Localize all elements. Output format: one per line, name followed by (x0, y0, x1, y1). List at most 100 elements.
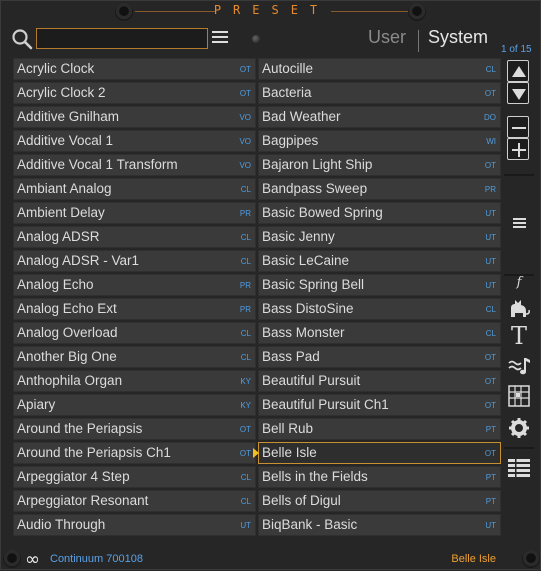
preset-row[interactable]: Additive Vocal 1 Transform VO (13, 154, 256, 176)
preset-category: OT (239, 425, 251, 434)
preset-row[interactable]: Autocille CL (258, 58, 501, 80)
preset-name: Ambiant Analog (17, 181, 112, 196)
preset-row[interactable]: Bacteria OT (258, 82, 501, 104)
screw-icon (408, 3, 426, 21)
preset-name: Another Big One (17, 349, 117, 364)
gear-icon[interactable] (507, 416, 531, 440)
preset-name: Ambient Delay (17, 205, 105, 220)
preset-category: PT (485, 425, 496, 434)
preset-row[interactable]: Apiary KY (13, 394, 256, 416)
preset-name: Belle Isle (262, 445, 317, 460)
preset-row[interactable]: Bell Rub PT (258, 418, 501, 440)
title-bar: PRESET (1, 1, 541, 23)
preset-category: UT (485, 281, 496, 290)
page-down-button[interactable] (507, 82, 529, 104)
preset-row[interactable]: Analog ADSR CL (13, 226, 256, 248)
preset-category: OT (239, 449, 251, 458)
preset-category: CL (240, 185, 251, 194)
screw-icon (3, 550, 21, 568)
preset-row[interactable]: Bajaron Light Ship OT (258, 154, 501, 176)
search-menu-icon[interactable] (212, 31, 228, 45)
preset-row[interactable]: BiqBank - Basic UT (258, 514, 501, 536)
preset-row[interactable]: Ambiant Analog CL (13, 178, 256, 200)
preset-row[interactable]: Acrylic Clock OT (13, 58, 256, 80)
preset-row[interactable]: Basic Bowed Spring UT (258, 202, 501, 224)
preset-row[interactable]: Basic Jenny UT (258, 226, 501, 248)
list-menu-icon[interactable] (507, 212, 531, 236)
preset-row[interactable]: Anthophila Organ KY (13, 370, 256, 392)
preset-row[interactable]: Analog Overload CL (13, 322, 256, 344)
preset-row[interactable]: Additive Vocal 1 VO (13, 130, 256, 152)
search-icon[interactable] (11, 28, 33, 50)
preset-row[interactable]: Basic LeCaine UT (258, 250, 501, 272)
preset-category: WI (486, 137, 496, 146)
text-icon[interactable]: T (507, 324, 531, 348)
preset-category: OT (239, 65, 251, 74)
search-input[interactable] (36, 28, 208, 49)
preset-row[interactable]: Bad Weather DO (258, 106, 501, 128)
preset-name: Bells in the Fields (262, 469, 368, 484)
preset-row[interactable]: Beautiful Pursuit Ch1 OT (258, 394, 501, 416)
preset-row[interactable]: Another Big One CL (13, 346, 256, 368)
tab-user[interactable]: User (368, 27, 406, 48)
preset-name: Bass DistoSine (262, 301, 354, 316)
preset-category: VO (239, 137, 251, 146)
tab-divider (418, 30, 419, 52)
preset-row[interactable]: Bass Pad OT (258, 346, 501, 368)
sidebar-divider (504, 174, 534, 176)
tab-system[interactable]: System (428, 27, 488, 48)
preset-name: Analog ADSR - Var1 (17, 253, 140, 268)
preset-category: VO (239, 161, 251, 170)
preset-row[interactable]: Bagpipes WI (258, 130, 501, 152)
list-view-icon[interactable] (507, 456, 531, 480)
preset-row[interactable]: Arpeggiator 4 Step CL (13, 466, 256, 488)
preset-category: CL (485, 305, 496, 314)
wave-note-icon[interactable] (507, 354, 531, 378)
preset-row[interactable]: Bass DistoSine CL (258, 298, 501, 320)
preset-row[interactable]: Arpeggiator Resonant CL (13, 490, 256, 512)
preset-category: CL (485, 65, 496, 74)
preset-category: UT (240, 521, 251, 530)
preset-row[interactable]: Analog Echo PR (13, 274, 256, 296)
decrement-button[interactable] (507, 116, 529, 138)
preset-row[interactable]: Bells in the Fields PT (258, 466, 501, 488)
increment-button[interactable] (507, 138, 529, 160)
preset-row[interactable]: Bells of Digul PT (258, 490, 501, 512)
preset-name: Basic LeCaine (262, 253, 350, 268)
preset-row[interactable]: Belle Isle OT (253, 442, 501, 464)
preset-row[interactable]: Basic Spring Bell UT (258, 274, 501, 296)
preset-row[interactable]: Bandpass Sweep PR (258, 178, 501, 200)
preset-row[interactable]: Additive Gnilham VO (13, 106, 256, 128)
preset-row[interactable]: Ambient Delay PR (13, 202, 256, 224)
preset-name: BiqBank - Basic (262, 517, 358, 532)
keyboard-grid-icon[interactable] (507, 384, 531, 408)
screw-icon (115, 3, 133, 21)
preset-name: Bandpass Sweep (262, 181, 368, 196)
preset-category: PT (485, 473, 496, 482)
preset-row[interactable]: Analog ADSR - Var1 CL (13, 250, 256, 272)
preset-row[interactable]: Bass Monster CL (258, 322, 501, 344)
preset-category: OT (484, 89, 496, 98)
preset-category: PT (485, 497, 496, 506)
preset-category: OT (484, 161, 496, 170)
preset-name: Bajaron Light Ship (262, 157, 373, 172)
preset-name: Acrylic Clock 2 (17, 85, 106, 100)
preset-category: KY (240, 401, 251, 410)
cat-icon[interactable] (507, 296, 531, 320)
preset-category: CL (240, 257, 251, 266)
preset-name: Arpeggiator Resonant (17, 493, 149, 508)
preset-category: CL (240, 233, 251, 242)
preset-row[interactable]: Around the Periapsis OT (13, 418, 256, 440)
preset-category: VO (239, 113, 251, 122)
preset-row[interactable]: Beautiful Pursuit OT (258, 370, 501, 392)
preset-row[interactable]: Audio Through UT (13, 514, 256, 536)
preset-row[interactable]: Around the Periapsis Ch1 OT (13, 442, 256, 464)
preset-row[interactable]: Analog Echo Ext PR (13, 298, 256, 320)
preset-category: PR (239, 281, 251, 290)
preset-row[interactable]: Acrylic Clock 2 OT (13, 82, 256, 104)
page-up-button[interactable] (507, 60, 529, 82)
preset-name: Around the Periapsis (17, 421, 143, 436)
preset-name: Bell Rub (262, 421, 314, 436)
sidebar-divider (504, 447, 534, 449)
preset-name: Audio Through (17, 517, 106, 532)
